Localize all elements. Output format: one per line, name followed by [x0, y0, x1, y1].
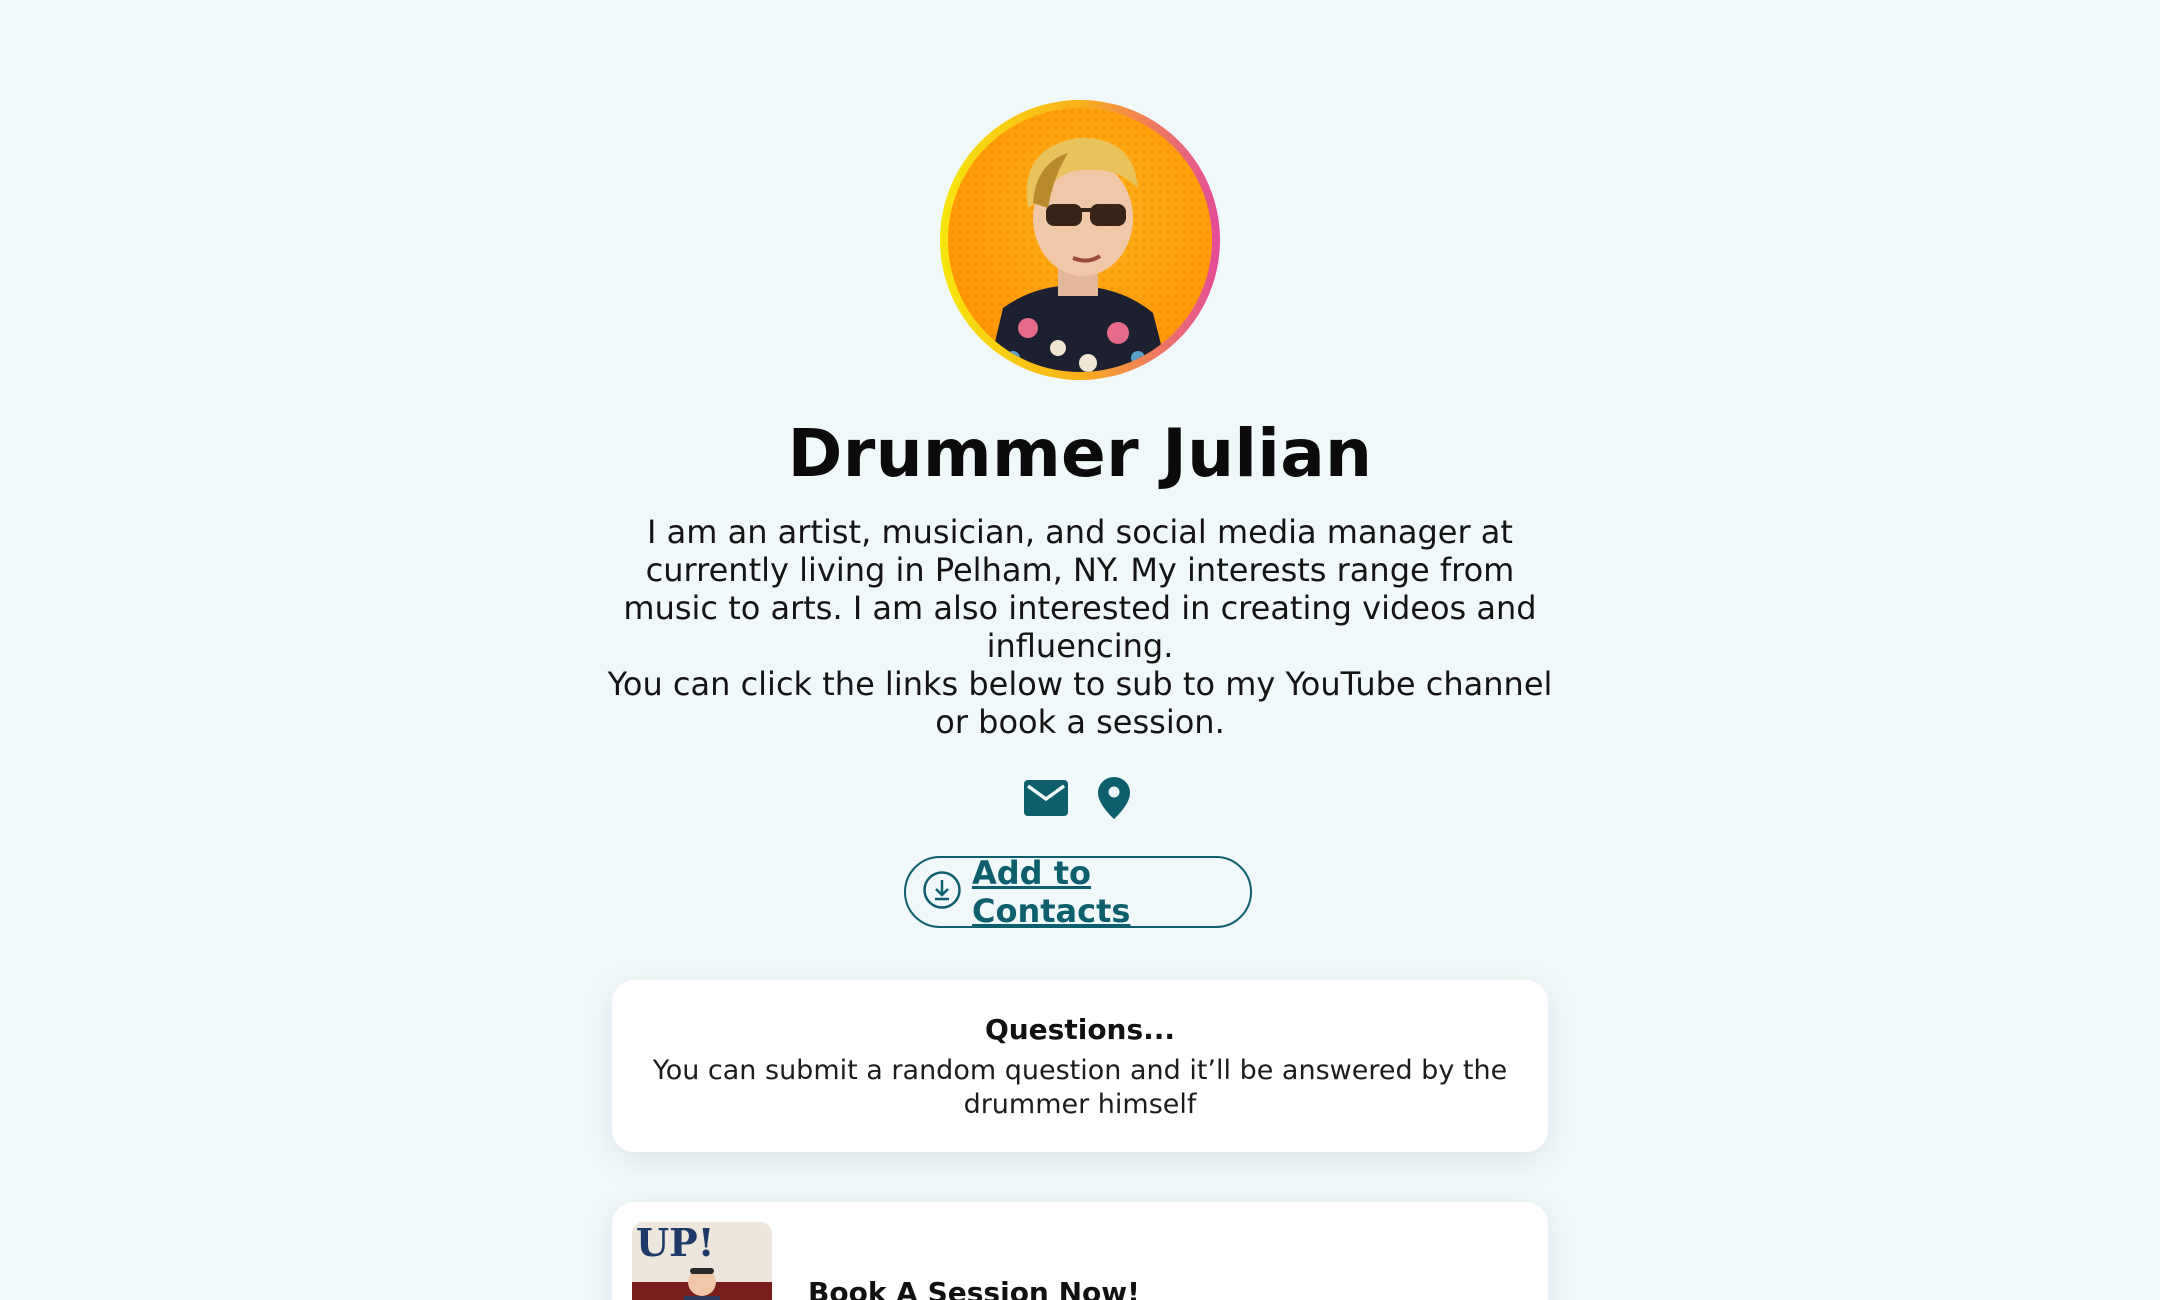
session-thumbnail: UP!: [632, 1222, 772, 1300]
profile-page: Drummer Julian I am an artist, musician,…: [0, 0, 2160, 1300]
download-circle-icon: [922, 870, 962, 914]
bio-paragraph: You can click the links below to sub to …: [607, 665, 1553, 741]
bio-paragraph: I am an artist, musician, and social med…: [623, 513, 1537, 665]
questions-card[interactable]: Questions... You can submit a random que…: [612, 980, 1548, 1152]
mail-icon[interactable]: [1023, 775, 1069, 821]
profile-bio: I am an artist, musician, and social med…: [600, 513, 1560, 741]
location-pin-icon[interactable]: [1091, 775, 1137, 821]
book-session-label: Book A Session Now!: [808, 1276, 1140, 1300]
questions-title: Questions...: [984, 1013, 1176, 1046]
thumb-text: UP!: [636, 1222, 714, 1265]
book-session-card[interactable]: UP! Book A Session Now!: [612, 1202, 1548, 1300]
questions-text: You can submit a random question and it’…: [652, 1055, 1508, 1120]
profile-name: Drummer Julian: [787, 415, 1373, 492]
contact-icons: [0, 775, 2160, 821]
add-to-contacts-button[interactable]: Add to Contacts: [904, 854, 1252, 930]
add-to-contacts-label: Add to Contacts: [972, 854, 1131, 930]
avatar-image: [948, 108, 1212, 372]
avatar: [940, 100, 1220, 380]
